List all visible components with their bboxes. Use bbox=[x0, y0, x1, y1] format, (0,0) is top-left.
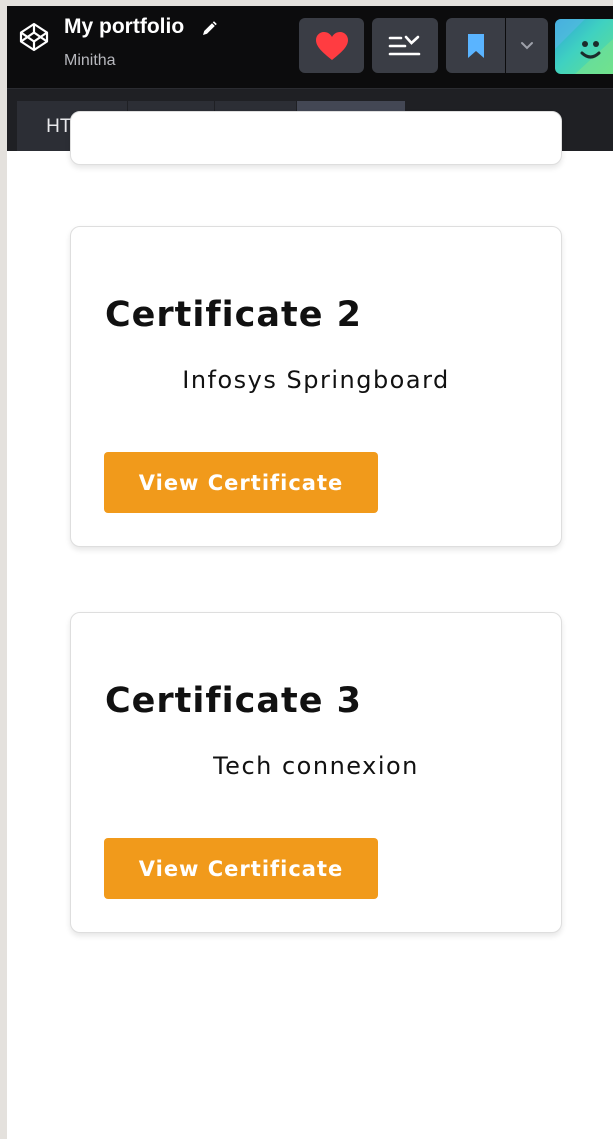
certificate-card-partial bbox=[70, 111, 562, 165]
top-header: My portfolio Minitha bbox=[7, 6, 613, 88]
bookmark-icon bbox=[467, 33, 484, 58]
add-to-collection-button[interactable] bbox=[372, 18, 438, 73]
smiley-avatar-icon bbox=[555, 19, 613, 74]
pencil-icon[interactable] bbox=[200, 20, 218, 38]
heart-icon bbox=[315, 31, 348, 60]
pen-title[interactable]: My portfolio bbox=[64, 15, 184, 39]
certificate-issuer: Infosys Springboard bbox=[182, 366, 450, 394]
certificate-title: Certificate 3 bbox=[105, 681, 363, 721]
view-certificate-button[interactable]: View Certificate bbox=[104, 838, 378, 899]
codepen-logo-icon[interactable] bbox=[19, 22, 49, 52]
certificate-issuer: Tech connexion bbox=[213, 752, 419, 780]
bookmark-menu-button[interactable] bbox=[506, 18, 548, 73]
like-button[interactable] bbox=[299, 18, 364, 73]
user-avatar[interactable] bbox=[555, 19, 613, 74]
certificate-card: Certificate 3 Tech connexion View Certif… bbox=[70, 612, 562, 933]
add-to-collection-icon bbox=[388, 35, 421, 55]
certificate-title: Certificate 2 bbox=[105, 295, 363, 335]
bookmark-button[interactable] bbox=[446, 18, 505, 73]
view-certificate-button[interactable]: View Certificate bbox=[104, 452, 378, 513]
certificate-card: Certificate 2 Infosys Springboard View C… bbox=[70, 226, 562, 547]
result-preview: Certificate 2 Infosys Springboard View C… bbox=[7, 111, 613, 1139]
app-frame: My portfolio Minitha Certificate 2 Infos… bbox=[7, 6, 613, 1139]
pen-author[interactable]: Minitha bbox=[64, 52, 116, 70]
chevron-down-icon bbox=[521, 41, 533, 49]
